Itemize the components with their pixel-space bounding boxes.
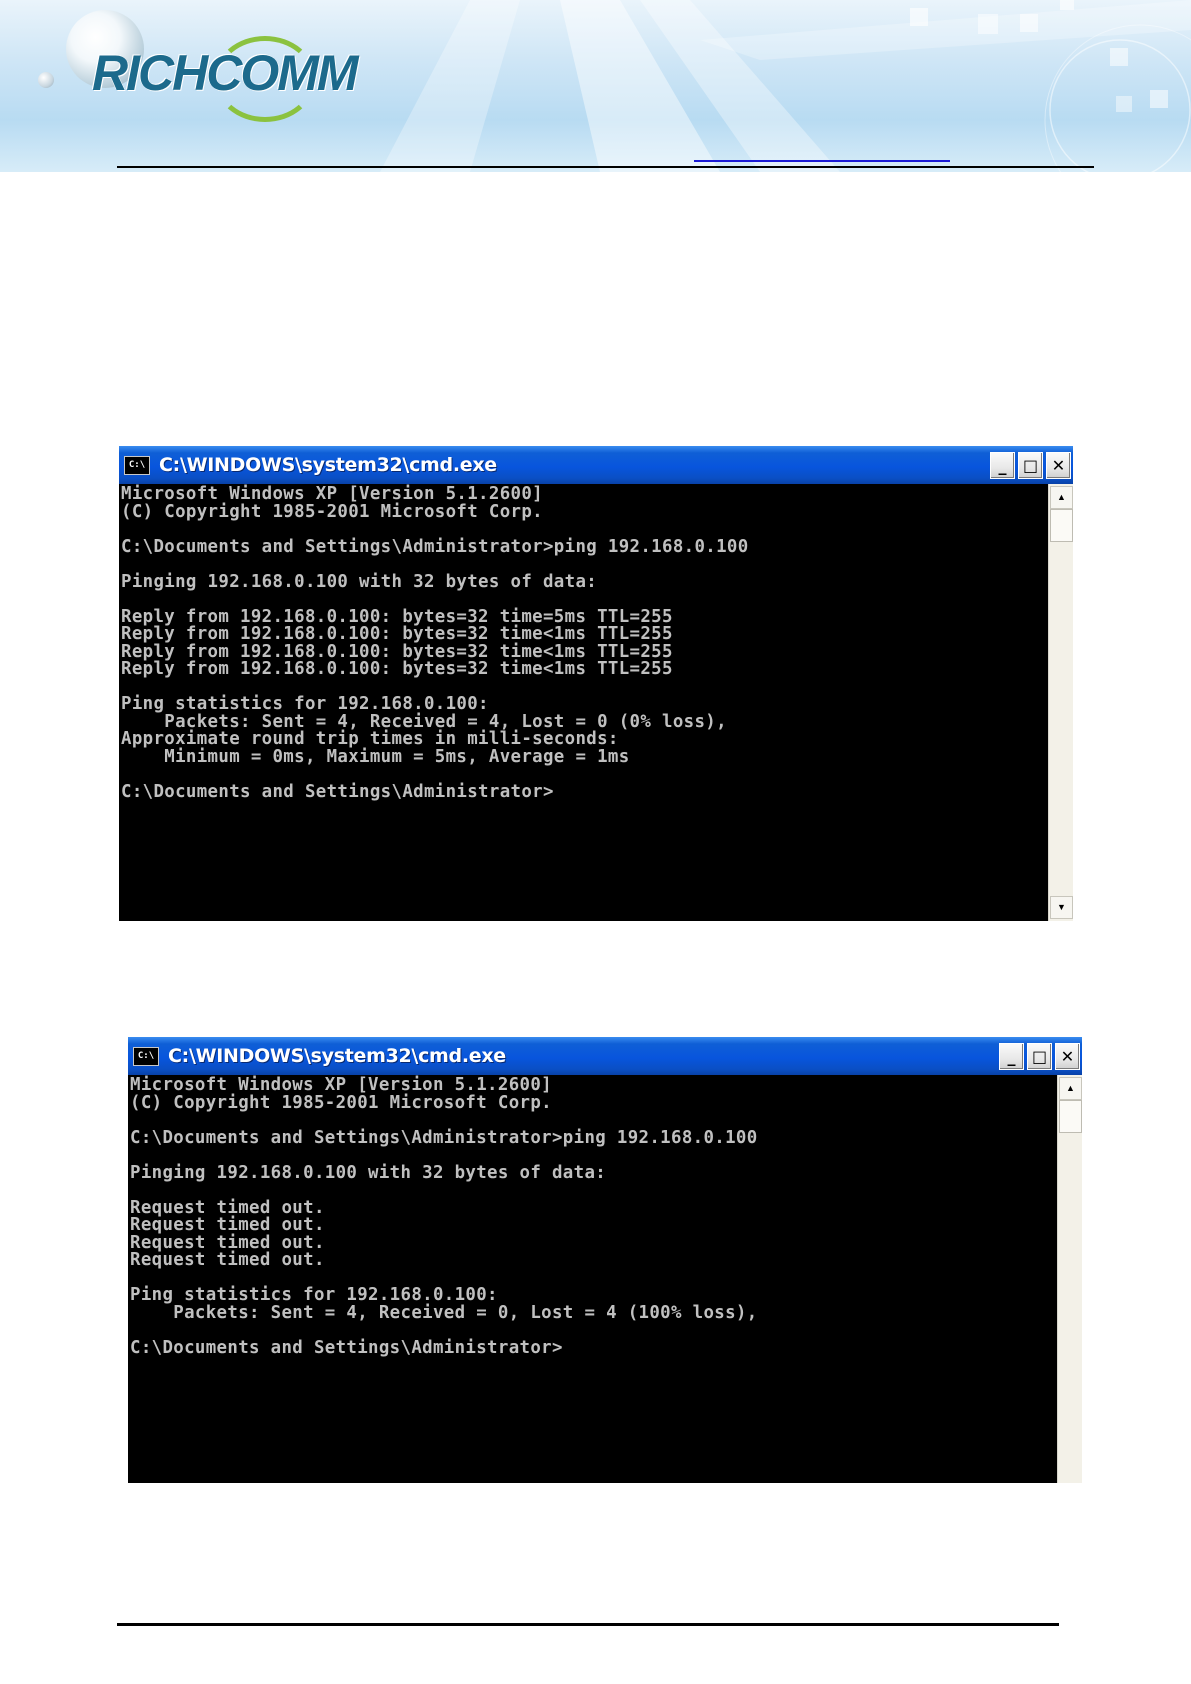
window-titlebar[interactable]: C:\ C:\WINDOWS\system32\cmd.exe _ □ ✕ bbox=[119, 446, 1073, 484]
cmd-app-icon[interactable]: C:\ bbox=[124, 455, 150, 475]
cmd-app-icon[interactable]: C:\ bbox=[133, 1046, 159, 1066]
window-titlebar[interactable]: C:\ C:\WINDOWS\system32\cmd.exe _ □ ✕ bbox=[128, 1037, 1082, 1075]
vertical-scrollbar[interactable]: ▲ bbox=[1057, 1075, 1082, 1483]
footer-divider bbox=[117, 1623, 1059, 1626]
logo-small-globe-icon bbox=[38, 72, 54, 88]
logo-text: RICHCOMM bbox=[92, 45, 359, 101]
window-controls: _ □ ✕ bbox=[990, 452, 1071, 479]
console-output[interactable]: Microsoft Windows XP [Version 5.1.2600] … bbox=[128, 1075, 1058, 1483]
close-button[interactable]: ✕ bbox=[1046, 452, 1071, 479]
window-title: C:\WINDOWS\system32\cmd.exe bbox=[159, 454, 497, 476]
header-link-underline bbox=[694, 160, 950, 162]
scroll-down-arrow-icon[interactable]: ▼ bbox=[1050, 896, 1073, 919]
console-text: Microsoft Windows XP [Version 5.1.2600] … bbox=[121, 484, 749, 802]
header-divider bbox=[117, 166, 1094, 168]
vertical-scrollbar[interactable]: ▲ ▼ bbox=[1048, 484, 1073, 921]
cmd-window-timeout[interactable]: C:\ C:\WINDOWS\system32\cmd.exe _ □ ✕ Mi… bbox=[128, 1037, 1082, 1483]
cmd-window-success[interactable]: C:\ C:\WINDOWS\system32\cmd.exe _ □ ✕ Mi… bbox=[119, 446, 1073, 921]
console-output[interactable]: Microsoft Windows XP [Version 5.1.2600] … bbox=[119, 484, 1049, 921]
minimize-button[interactable]: _ bbox=[990, 452, 1015, 479]
window-title: C:\WINDOWS\system32\cmd.exe bbox=[168, 1045, 506, 1067]
scroll-thumb[interactable] bbox=[1050, 509, 1073, 542]
scroll-up-arrow-icon[interactable]: ▲ bbox=[1059, 1077, 1082, 1100]
close-button[interactable]: ✕ bbox=[1055, 1043, 1080, 1070]
maximize-button[interactable]: □ bbox=[1018, 452, 1043, 479]
scroll-up-arrow-icon[interactable]: ▲ bbox=[1050, 486, 1073, 509]
maximize-button[interactable]: □ bbox=[1027, 1043, 1052, 1070]
window-controls: _ □ ✕ bbox=[999, 1043, 1080, 1070]
console-text: Microsoft Windows XP [Version 5.1.2600] … bbox=[130, 1075, 758, 1358]
header-banner: RICHCOMM bbox=[0, 0, 1191, 172]
minimize-button[interactable]: _ bbox=[999, 1043, 1024, 1070]
scroll-thumb[interactable] bbox=[1059, 1100, 1082, 1133]
